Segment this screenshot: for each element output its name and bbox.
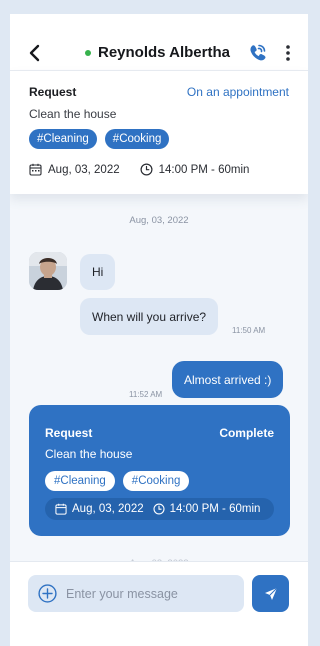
call-button[interactable] <box>246 42 268 64</box>
request-schedule: Aug, 03, 2022 14:00 PM - 60min <box>29 163 249 176</box>
clock-icon <box>140 163 153 176</box>
request-date: Aug, 03, 2022 <box>48 163 120 176</box>
request-message-card[interactable]: Request Complete Clean the house #Cleani… <box>29 405 290 536</box>
request-time: 14:00 PM - 60min <box>169 503 261 515</box>
send-button[interactable] <box>252 575 289 612</box>
tag-cleaning: #Cleaning <box>29 129 97 149</box>
message-time: 11:52 AM <box>129 390 163 399</box>
chat-screen: Reynolds Albertha Request On an appointm… <box>10 14 308 646</box>
message-incoming[interactable]: Hi <box>80 254 116 290</box>
request-date: Aug, 03, 2022 <box>72 503 144 515</box>
tag-cooking: #Cooking <box>104 129 170 149</box>
avatar[interactable] <box>29 252 67 290</box>
request-summary-card[interactable]: Request On an appointment Clean the hous… <box>10 70 308 194</box>
chevron-left-icon <box>29 44 40 62</box>
contact-name: Reynolds Albertha <box>98 44 230 61</box>
message-incoming[interactable]: When will you arrive? <box>80 298 219 335</box>
calendar-icon <box>55 503 67 515</box>
contact-title: Reynolds Albertha <box>85 44 230 61</box>
more-vertical-icon <box>286 45 290 61</box>
message-composer <box>10 561 308 646</box>
message-input[interactable] <box>66 586 226 601</box>
request-task: Clean the house <box>45 447 133 461</box>
message-text: Almost arrived :) <box>184 372 272 387</box>
tag-cooking: #Cooking <box>122 471 190 491</box>
request-tags: #Cleaning #Cooking <box>45 471 190 491</box>
request-schedule: Aug, 03, 2022 14:00 PM - 60min <box>45 498 274 520</box>
request-time: 14:00 PM - 60min <box>158 163 250 176</box>
phone-icon <box>250 44 266 61</box>
request-tags: #Cleaning #Cooking <box>29 129 170 149</box>
online-status-dot <box>85 49 91 56</box>
clock-icon <box>153 503 165 515</box>
message-time: 11:50 AM <box>232 326 266 335</box>
request-label: Request <box>29 85 77 99</box>
message-text: Hi <box>92 265 104 279</box>
request-label: Request <box>45 426 93 440</box>
message-input-box[interactable] <box>28 575 244 612</box>
message-outgoing[interactable]: Almost arrived :) <box>172 361 284 398</box>
message-text: When will you arrive? <box>92 309 207 324</box>
request-task: Clean the house <box>29 107 117 121</box>
plus-circle-icon[interactable] <box>38 584 57 603</box>
tag-cleaning: #Cleaning <box>45 471 115 491</box>
chat-header: Reynolds Albertha <box>10 14 308 70</box>
back-button[interactable] <box>24 42 46 64</box>
send-icon <box>264 587 277 600</box>
more-options-button[interactable] <box>280 42 296 64</box>
request-status: Complete <box>219 426 274 440</box>
user-photo <box>29 252 67 290</box>
date-separator: Aug, 03, 2022 <box>129 215 189 226</box>
calendar-icon <box>29 163 42 176</box>
request-status: On an appointment <box>186 85 289 99</box>
